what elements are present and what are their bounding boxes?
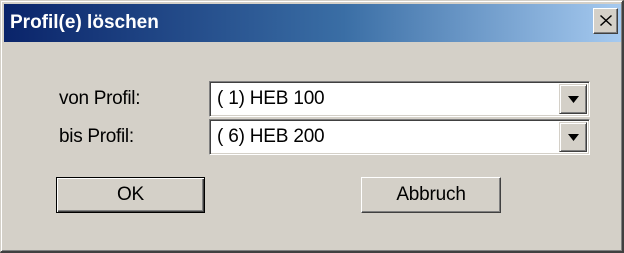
chevron-down-icon [568, 96, 579, 103]
chevron-down-icon [568, 134, 579, 141]
ok-button[interactable]: OK [56, 177, 205, 213]
to-profile-dropdown[interactable]: ( 6) HEB 200 [209, 119, 590, 155]
to-profile-label: bis Profil: [59, 126, 134, 147]
to-profile-dropdown-button[interactable] [559, 122, 587, 152]
close-button[interactable] [593, 8, 618, 34]
close-icon [600, 15, 612, 26]
from-profile-dropdown-button[interactable] [559, 84, 587, 114]
title-bar[interactable]: Profil(e) löschen [4, 4, 621, 42]
to-profile-value: ( 6) HEB 200 [217, 126, 325, 147]
cancel-button[interactable]: Abbruch [361, 177, 501, 213]
from-profile-label: von Profil: [59, 88, 141, 109]
from-profile-dropdown[interactable]: ( 1) HEB 100 [209, 81, 590, 117]
from-profile-value: ( 1) HEB 100 [217, 88, 325, 109]
window-title: Profil(e) löschen [10, 12, 159, 33]
delete-profiles-dialog: Profil(e) löschen von Profil: ( 1) HEB 1… [0, 0, 624, 253]
